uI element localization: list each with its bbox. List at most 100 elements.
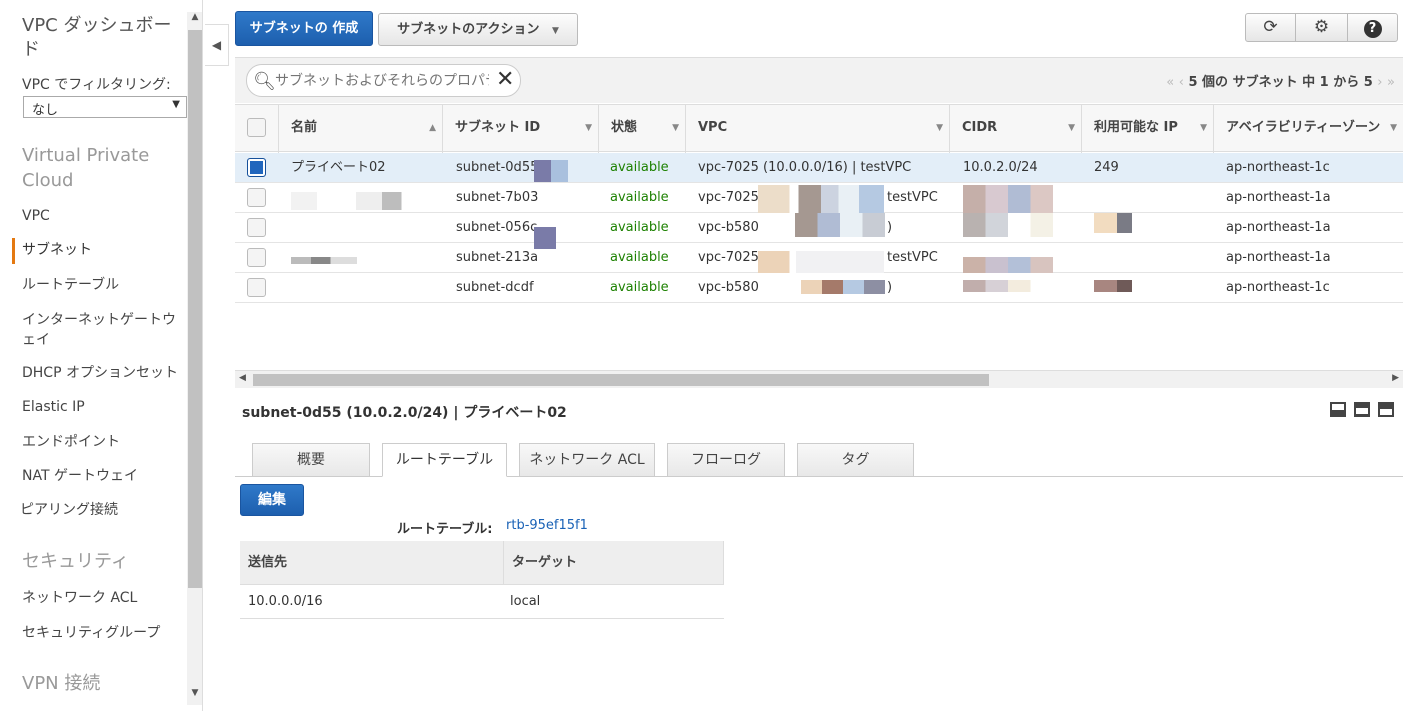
column-label: 名前 (291, 120, 318, 135)
sort-asc-icon: ▲ (429, 123, 436, 133)
sidebar-item-security-groups[interactable]: セキュリティグループ (22, 623, 182, 643)
column-header-vpc[interactable]: VPC ▼ (686, 105, 950, 153)
sort-icon: ▼ (585, 123, 592, 133)
route-table-label: ルートテーブル: (397, 522, 493, 537)
prev-page-icon[interactable]: ‹ (1179, 75, 1184, 90)
sidebar-item-nat-gateways[interactable]: NAT ゲートウェイ (22, 466, 182, 486)
tab-tags[interactable]: タグ (797, 443, 914, 477)
column-header-state[interactable]: 状態 ▼ (599, 105, 686, 153)
column-header-name[interactable]: 名前 ▲ (279, 105, 443, 153)
table-row[interactable]: subnet-056c available vpc-b580 ) ap-nort… (235, 213, 1403, 249)
subnet-vpc: vpc-7025 (10.0.0.0/16) | testVPC (698, 160, 912, 175)
edit-button[interactable]: 編集 (240, 484, 304, 516)
sidebar-item-elastic-ip[interactable]: Elastic IP (22, 397, 182, 417)
sidebar-item-peering[interactable]: ピアリング接続 (20, 500, 180, 520)
sort-icon: ▼ (672, 123, 679, 133)
pagination: « ‹ 5 個の サブネット 中 1 から 5 › » (1166, 71, 1395, 90)
help-button[interactable]: ? (1347, 13, 1398, 42)
search-input[interactable] (275, 71, 489, 91)
tab-flow-logs[interactable]: フローログ (667, 443, 785, 477)
sidebar-scrollbar-thumb[interactable] (188, 30, 202, 588)
column-header-cidr[interactable]: CIDR ▼ (950, 105, 1082, 153)
row-checkbox[interactable] (247, 218, 266, 237)
sidebar-item-route-tables[interactable]: ルートテーブル (22, 275, 182, 295)
chevron-down-icon: ▼ (551, 26, 559, 36)
subnet-actions-button[interactable]: サブネットのアクション ▼ (378, 13, 578, 46)
column-header-available-ips[interactable]: 利用可能な IP ▼ (1082, 105, 1214, 153)
subnet-name (291, 273, 441, 303)
redacted-block (963, 257, 1053, 273)
column-label: 利用可能な IP (1094, 120, 1178, 135)
sidebar-item-vpc[interactable]: VPC (22, 206, 182, 226)
subnet-id: subnet-dcdf (456, 280, 534, 295)
sidebar-item-endpoints[interactable]: エンドポイント (22, 432, 182, 452)
scrollbar-thumb[interactable] (253, 374, 989, 386)
subnet-az: ap-northeast-1c (1226, 280, 1330, 295)
scroll-down-icon[interactable]: ▼ (187, 688, 202, 704)
scroll-left-icon[interactable]: ◀ (239, 373, 246, 383)
redacted-block (758, 185, 884, 213)
table-row[interactable]: subnet-213a available vpc-7025 testVPC a… (235, 243, 1403, 273)
sidebar-title[interactable]: VPC ダッシュボード (22, 14, 182, 62)
select-all-checkbox[interactable] (247, 118, 266, 137)
detail-title: subnet-0d55 (10.0.2.0/24) | プライベート02 (242, 405, 567, 421)
table-horizontal-scrollbar[interactable]: ◀ ▶ (235, 370, 1403, 388)
subnet-actions-label: サブネットのアクション (397, 22, 540, 37)
table-row[interactable]: subnet-dcdf available vpc-b580 ) ap-nort… (235, 273, 1403, 303)
scroll-right-icon[interactable]: ▶ (1392, 373, 1399, 383)
column-label: 状態 (611, 120, 638, 135)
row-checkbox[interactable] (247, 158, 266, 177)
row-checkbox[interactable] (247, 278, 266, 297)
subnet-id: subnet-0d55 (456, 160, 539, 175)
refresh-button[interactable]: ⟳ (1245, 13, 1296, 42)
redacted-block (1094, 213, 1132, 233)
first-page-icon[interactable]: « (1166, 75, 1174, 90)
column-header-az[interactable]: アベイラビリティーゾーン ▼ (1214, 105, 1403, 153)
row-checkbox[interactable] (247, 248, 266, 267)
panel-bottom-icon[interactable] (1330, 402, 1346, 417)
sidebar-item-dhcp-options[interactable]: DHCP オプションセット (22, 363, 182, 383)
sidebar: VPC ダッシュボード VPC でフィルタリング: なし ▼ Virtual P… (0, 0, 203, 711)
sidebar-item-network-acl[interactable]: ネットワーク ACL (22, 588, 182, 608)
filter-bar: 🔍︎ ✕ « ‹ 5 個の サブネット 中 1 から 5 › » (235, 57, 1403, 103)
last-page-icon[interactable]: » (1387, 75, 1395, 90)
settings-button[interactable]: ⚙ (1296, 13, 1347, 42)
close-icon[interactable]: ✕ (496, 67, 514, 92)
next-page-icon[interactable]: › (1377, 75, 1382, 90)
route-table-link[interactable]: rtb-95ef15f1 (506, 518, 588, 533)
sort-icon: ▼ (936, 123, 943, 133)
create-subnet-button[interactable]: サブネットの 作成 (235, 11, 373, 46)
search-box[interactable]: 🔍︎ ✕ (246, 64, 521, 97)
help-icon: ? (1363, 20, 1382, 38)
panel-top-icon[interactable] (1378, 402, 1394, 417)
column-header-subnet-id[interactable]: サブネット ID ▼ (443, 105, 599, 153)
redacted-block (534, 160, 568, 182)
sidebar-item-subnets[interactable]: サブネット (22, 240, 182, 260)
tab-route-table[interactable]: ルートテーブル (382, 443, 507, 477)
subnet-cidr: 10.0.2.0/24 (963, 160, 1038, 175)
row-checkbox[interactable] (247, 188, 266, 207)
sidebar-collapse-button[interactable]: ◀ (205, 24, 229, 66)
subnet-vpc-name: testVPC (887, 190, 938, 205)
panel-split-icon[interactable] (1354, 402, 1370, 417)
sidebar-section-vpc: Virtual Private Cloud (22, 145, 150, 191)
subnet-vpc-name: testVPC (887, 250, 938, 265)
subnet-vpc-tail: ) (887, 280, 893, 295)
route-destination: 10.0.0.0/16 (240, 585, 504, 619)
route-target: local (504, 585, 724, 619)
vpc-filter-select[interactable]: なし ▼ (23, 96, 187, 118)
subnet-available-ips: 249 (1094, 160, 1119, 175)
tab-summary[interactable]: 概要 (252, 443, 370, 477)
tab-network-acl[interactable]: ネットワーク ACL (519, 443, 655, 477)
sidebar-section-security: セキュリティ (22, 551, 129, 572)
sort-icon: ▼ (1390, 123, 1397, 133)
subnet-az: ap-northeast-1a (1226, 190, 1331, 205)
sort-icon: ▼ (1200, 123, 1207, 133)
redacted-block (795, 213, 885, 237)
subnet-vpc: vpc-7025 (698, 190, 759, 205)
subnet-vpc: vpc-b580 (698, 220, 759, 235)
sidebar-item-internet-gateways[interactable]: インターネットゲートウェイ (22, 310, 180, 350)
scroll-up-icon[interactable]: ▲ (187, 12, 202, 28)
table-row[interactable]: subnet-7b03 available vpc-7025 testVPC a… (235, 183, 1403, 213)
table-row[interactable]: プライベート02 subnet-0d55 available vpc-7025 … (235, 153, 1403, 183)
